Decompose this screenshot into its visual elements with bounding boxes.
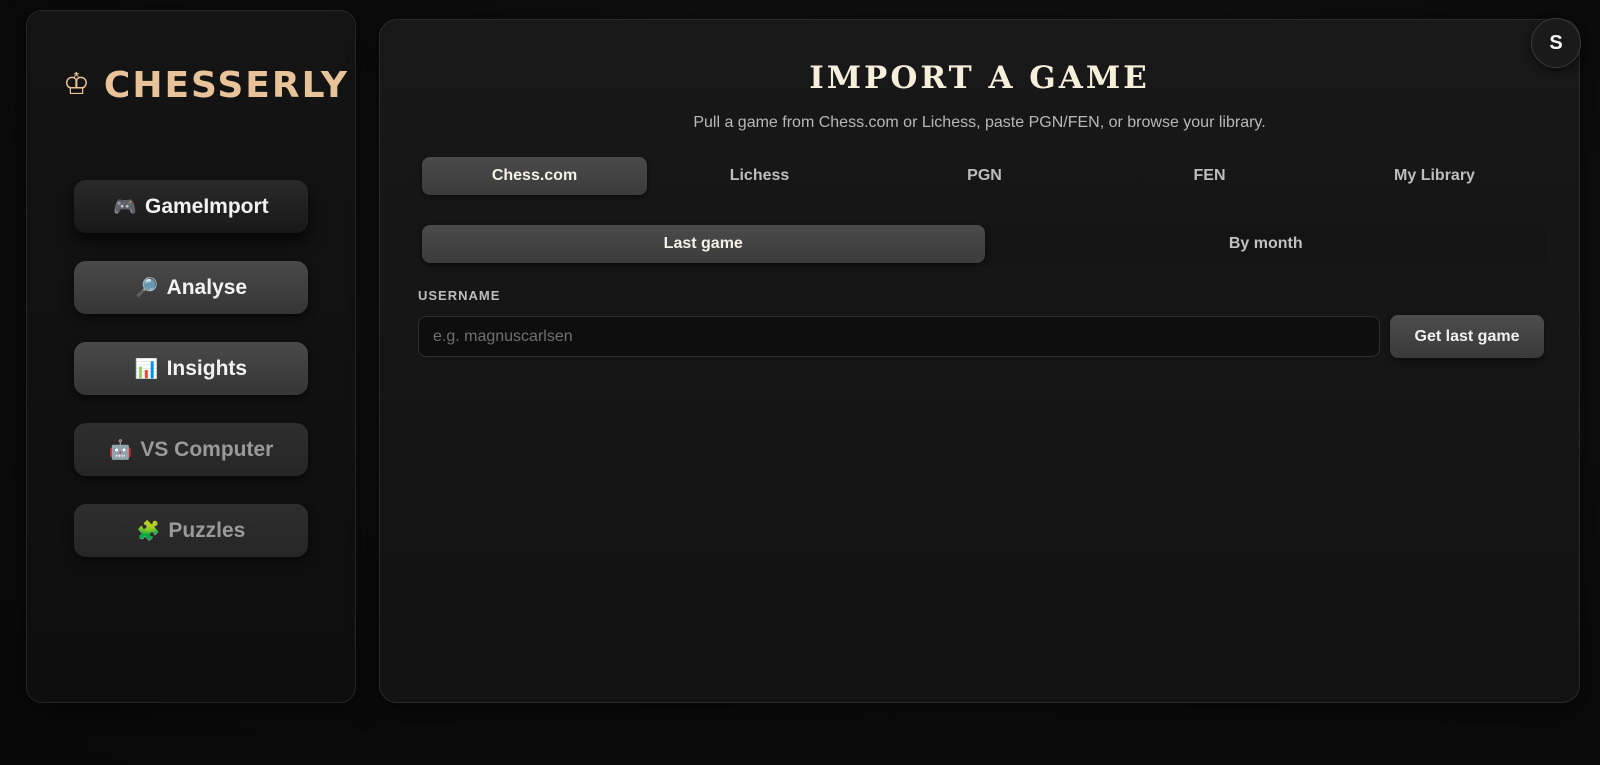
get-last-game-button[interactable]: Get last game bbox=[1390, 315, 1544, 358]
tab-by-month[interactable]: By month bbox=[985, 225, 1548, 263]
username-label: USERNAME bbox=[418, 288, 501, 303]
tab-pgn[interactable]: PGN bbox=[872, 157, 1097, 195]
sidebar: ♔ CHESSERLY 🎮 GameImport 🔎 Analyse 📊 Ins… bbox=[26, 10, 356, 703]
sidebar-item-insights[interactable]: 📊 Insights bbox=[74, 342, 308, 395]
app-name: CHESSERLY bbox=[103, 64, 349, 106]
sidebar-nav: 🎮 GameImport 🔎 Analyse 📊 Insights 🤖 VS C… bbox=[74, 180, 308, 585]
bar-chart-icon: 📊 bbox=[134, 358, 159, 380]
page-subtitle: Pull a game from Chess.com or Lichess, p… bbox=[693, 114, 1266, 131]
page-title: IMPORT A GAME bbox=[809, 60, 1150, 96]
tab-fen[interactable]: FEN bbox=[1097, 157, 1322, 195]
sidebar-item-label: VS Computer bbox=[140, 437, 274, 461]
robot-icon: 🤖 bbox=[108, 439, 133, 461]
app-logo[interactable]: ♔ CHESSERLY bbox=[63, 63, 349, 107]
user-avatar[interactable]: S bbox=[1531, 18, 1581, 68]
tab-chess-com[interactable]: Chess.com bbox=[422, 157, 647, 195]
sidebar-item-puzzles[interactable]: 🧩 Puzzles bbox=[74, 504, 308, 557]
source-tabs: Chess.com Lichess PGN FEN My Library bbox=[422, 157, 1547, 197]
tab-last-game[interactable]: Last game bbox=[422, 225, 985, 263]
magnifier-icon: 🔎 bbox=[134, 277, 159, 299]
sidebar-item-label: Analyse bbox=[166, 275, 248, 299]
sidebar-item-analyse[interactable]: 🔎 Analyse bbox=[74, 261, 308, 314]
username-input[interactable] bbox=[418, 316, 1380, 357]
sidebar-item-label: Insights bbox=[166, 356, 248, 380]
chess-king-icon: ♔ bbox=[63, 67, 90, 102]
sidebar-item-gameimport[interactable]: 🎮 GameImport bbox=[74, 180, 308, 233]
puzzle-piece-icon: 🧩 bbox=[136, 520, 161, 542]
game-controller-icon: 🎮 bbox=[113, 196, 137, 218]
sidebar-item-label: GameImport bbox=[144, 194, 269, 218]
tab-lichess[interactable]: Lichess bbox=[647, 157, 872, 195]
tab-my-library[interactable]: My Library bbox=[1322, 157, 1547, 195]
import-panel: IMPORT A GAME Pull a game from Chess.com… bbox=[379, 19, 1580, 703]
mode-tabs: Last game By month bbox=[422, 225, 1547, 265]
sidebar-item-label: Puzzles bbox=[168, 518, 246, 542]
sidebar-item-vs-computer[interactable]: 🤖 VS Computer bbox=[74, 423, 308, 476]
